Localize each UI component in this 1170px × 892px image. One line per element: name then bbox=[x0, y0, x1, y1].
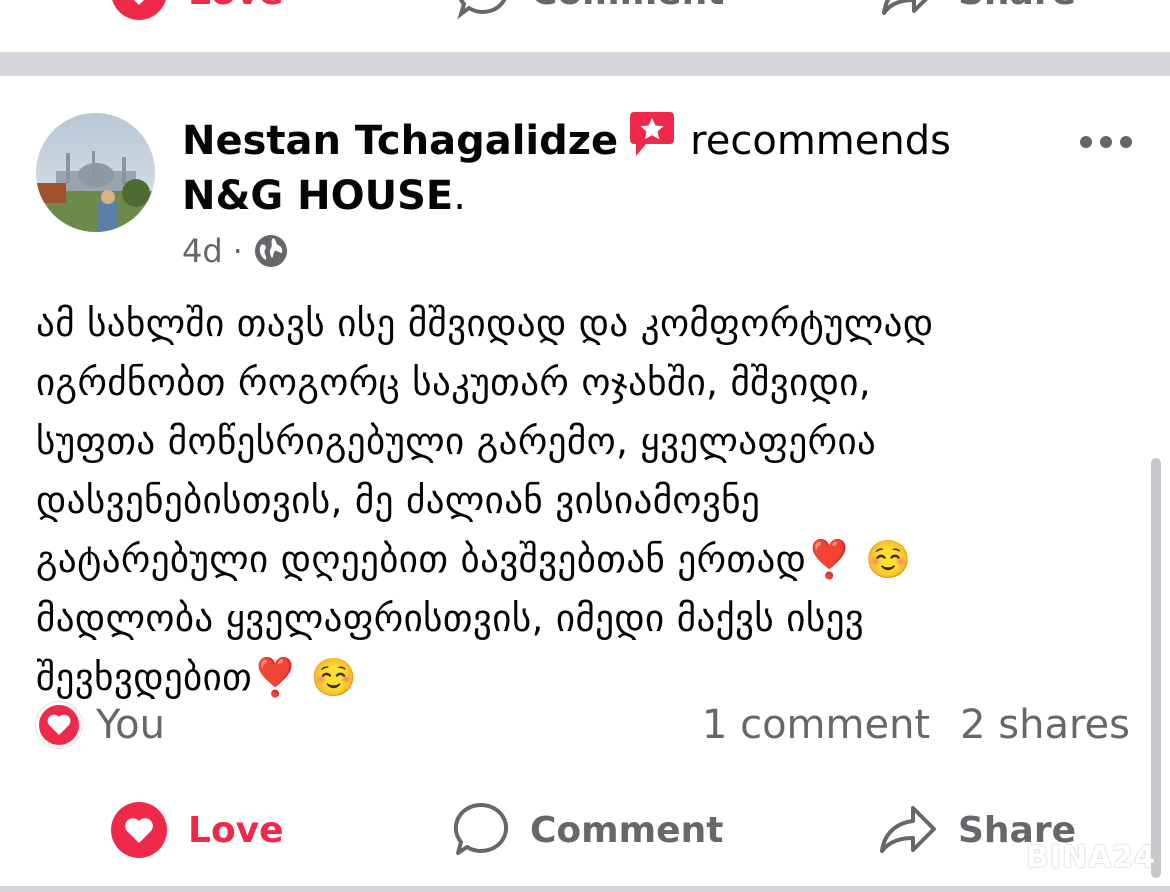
post-author-line: Nestan Tchagalidze recommends bbox=[182, 110, 1042, 167]
author-avatar[interactable] bbox=[36, 113, 155, 232]
comment-count[interactable]: 1 comment bbox=[702, 702, 930, 748]
more-dot-icon bbox=[1100, 136, 1112, 148]
previous-love-button[interactable]: Love bbox=[110, 0, 284, 24]
feed-divider-bottom bbox=[0, 886, 1170, 892]
page-name-period: . bbox=[453, 173, 466, 219]
post-time[interactable]: 4d bbox=[182, 232, 223, 270]
share-count[interactable]: 2 shares bbox=[960, 702, 1130, 748]
heart-filled-icon bbox=[110, 801, 168, 859]
reactions-summary[interactable]: You bbox=[36, 700, 165, 750]
previous-post-action-bar: Love Comment Share bbox=[0, 0, 1170, 24]
post-body-text: ამ სახლში თავს ისე მშვიდად და კომფორტულა… bbox=[36, 302, 934, 699]
more-dot-icon bbox=[1120, 136, 1132, 148]
comment-label: Comment bbox=[530, 809, 724, 851]
comment-bubble-icon bbox=[457, 0, 507, 20]
comment-button[interactable]: Comment bbox=[452, 796, 723, 864]
watermark-logo: BINA24 bbox=[1026, 840, 1157, 875]
post-options-button[interactable] bbox=[1076, 122, 1136, 162]
feed-divider bbox=[0, 52, 1170, 76]
post-action-bar: Love Comment Share bbox=[0, 796, 1170, 864]
post-meta: 4d · bbox=[182, 230, 289, 272]
globe-icon bbox=[254, 235, 287, 267]
page-name[interactable]: N&G HOUSE bbox=[182, 173, 453, 219]
previous-comment-label: Comment bbox=[531, 0, 724, 13]
recommended-page-link[interactable]: N&G HOUSE. bbox=[182, 170, 466, 222]
previous-share-label: Share bbox=[958, 0, 1076, 13]
avatar-photo bbox=[36, 113, 155, 232]
more-dot-icon bbox=[1080, 136, 1092, 148]
meta-separator: · bbox=[232, 232, 243, 270]
previous-love-label: Love bbox=[188, 0, 284, 13]
heart-reaction-icon bbox=[36, 702, 82, 748]
engagement-counts: 1 comment 2 shares bbox=[702, 700, 1130, 750]
love-button[interactable]: Love bbox=[110, 796, 284, 864]
scrollbar[interactable] bbox=[1151, 458, 1161, 878]
share-arrow-icon bbox=[878, 804, 938, 856]
recommends-text: recommends bbox=[690, 118, 951, 164]
previous-share-button[interactable]: Share bbox=[880, 0, 1076, 24]
recommendation-star-icon bbox=[628, 110, 676, 160]
reacted-by-text: You bbox=[96, 702, 165, 748]
previous-comment-button[interactable]: Comment bbox=[455, 0, 724, 24]
heart-filled-icon bbox=[112, 0, 166, 20]
comment-bubble-icon bbox=[452, 801, 510, 859]
love-label: Love bbox=[188, 809, 284, 851]
author-name[interactable]: Nestan Tchagalidze bbox=[182, 118, 618, 164]
share-arrow-icon bbox=[882, 0, 928, 15]
